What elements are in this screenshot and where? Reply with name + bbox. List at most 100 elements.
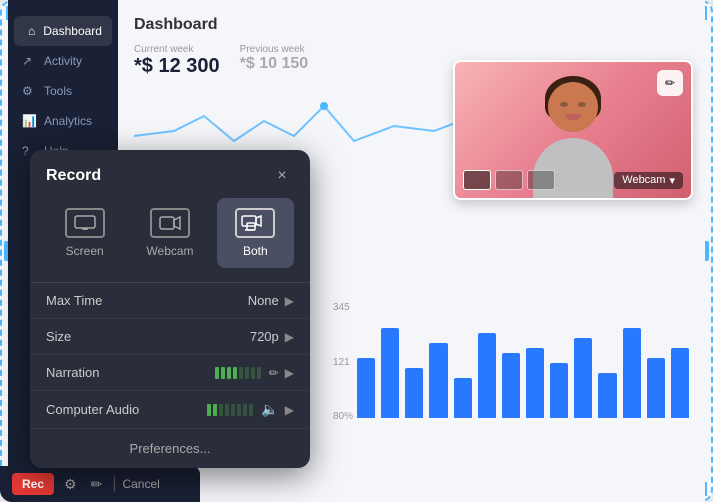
webcam-label-text: Webcam [622, 174, 665, 186]
bar-7 [526, 348, 544, 418]
ca-vol-seg-7 [243, 404, 247, 416]
bar-13 [671, 348, 689, 418]
modal-close-button[interactable]: × [270, 164, 294, 188]
webcam-cam-btn[interactable] [495, 170, 523, 190]
edit-icon: ✏ [665, 76, 675, 90]
sidebar-item-dashboard[interactable]: ⌂ Dashboard [14, 16, 112, 46]
pencil-edit-icon[interactable]: ✏ [87, 472, 107, 497]
record-type-webcam[interactable]: Webcam [131, 198, 208, 268]
sidebar-item-analytics[interactable]: 📊 Analytics [8, 106, 118, 136]
record-type-selector: Screen Webcam Both [30, 198, 310, 282]
bottom-divider: | [112, 475, 116, 493]
previous-week-label: Previous week [240, 44, 309, 55]
ca-vol-seg-1 [207, 404, 211, 416]
ca-vol-seg-3 [219, 404, 223, 416]
size-arrow[interactable]: ▶ [285, 330, 294, 344]
ca-vol-seg-2 [213, 404, 217, 416]
tools-icon: ⚙ [22, 84, 36, 98]
bar-6 [502, 353, 520, 418]
home-icon: ⌂ [28, 24, 35, 38]
max-time-value: None [248, 293, 279, 308]
current-value: *$ 12 300 [134, 55, 220, 78]
bar-9 [574, 338, 592, 418]
bar-11 [623, 328, 641, 418]
person-head [548, 82, 598, 132]
vol-seg-7 [251, 367, 255, 379]
activity-icon: ↗ [22, 54, 36, 68]
bar-8 [550, 363, 568, 418]
record-modal: Record × Screen Webcam [30, 150, 310, 468]
setting-size: Size 720p ▶ [30, 319, 310, 355]
computer-audio-arrow[interactable]: ▶ [285, 403, 294, 417]
webcam-label[interactable]: Webcam ▾ [614, 172, 683, 189]
computer-audio-label: Computer Audio [46, 402, 207, 417]
vol-seg-2 [221, 367, 225, 379]
ca-vol-seg-8 [249, 404, 253, 416]
screen-icon-box [65, 208, 105, 238]
modal-header: Record × [30, 150, 310, 198]
narration-volume-bar [215, 367, 261, 379]
bar-12 [647, 358, 665, 418]
vol-seg-4 [233, 367, 237, 379]
webcam-edit-button[interactable]: ✏ [657, 70, 683, 96]
webcam-type-label: Webcam [146, 244, 193, 258]
max-time-arrow[interactable]: ▶ [285, 294, 294, 308]
vol-seg-5 [239, 367, 243, 379]
chevron-down-icon: ▾ [669, 174, 675, 187]
webcam-screen-btn[interactable] [463, 170, 491, 190]
webcam-icon [159, 215, 181, 231]
webcam-icon-box [150, 208, 190, 238]
screen-icon [74, 215, 96, 231]
narration-label: Narration [46, 365, 215, 380]
webcam-preview: ✏ Webcam ▾ [453, 60, 693, 200]
bar-3 [429, 343, 447, 418]
speaker-icon: 🔈 [261, 401, 278, 418]
ca-vol-seg-4 [225, 404, 229, 416]
previous-value: *$ 10 150 [240, 55, 309, 73]
chart-label-mid: 121 [333, 357, 353, 368]
chart-label-bot: 80% [333, 411, 353, 422]
chart-labels: 345 121 80% [333, 302, 353, 422]
bar-0 [357, 358, 375, 418]
vol-seg-6 [245, 367, 249, 379]
bottom-bar: Rec ⚙ ✏ | Cancel [0, 466, 200, 502]
chart-label-top: 345 [333, 302, 353, 313]
modal-title: Record [46, 167, 101, 185]
settings-icon[interactable]: ⚙ [60, 472, 81, 497]
sidebar-item-tools[interactable]: ⚙ Tools [8, 76, 118, 106]
stat-current: Current week *$ 12 300 [134, 44, 220, 78]
screen-type-label: Screen [66, 244, 104, 258]
analytics-icon: 📊 [22, 114, 36, 128]
size-value: 720p [250, 329, 279, 344]
setting-narration: Narration ✏ ▶ [30, 355, 310, 391]
sidebar-label-dashboard: Dashboard [43, 24, 102, 38]
computer-audio-volume-bar [207, 404, 253, 416]
sidebar-item-activity[interactable]: ↗ Activity [8, 46, 118, 76]
cancel-button[interactable]: Cancel [122, 477, 159, 491]
stat-previous: Previous week *$ 10 150 [240, 44, 309, 78]
page-title: Dashboard [134, 16, 689, 34]
sidebar-label-activity: Activity [44, 54, 82, 68]
ca-vol-seg-6 [237, 404, 241, 416]
preferences-button[interactable]: Preferences... [30, 429, 310, 468]
bar-chart [353, 302, 693, 422]
both-icon [241, 213, 269, 233]
current-week-label: Current week [134, 44, 220, 55]
ca-vol-seg-5 [231, 404, 235, 416]
setting-max-time: Max Time None ▶ [30, 283, 310, 319]
bar-10 [598, 373, 616, 418]
setting-computer-audio: Computer Audio 🔈 ▶ [30, 391, 310, 429]
record-type-screen[interactable]: Screen [46, 198, 123, 268]
bar-4 [454, 378, 472, 418]
webcam-controls: Webcam ▾ [463, 170, 683, 190]
narration-pencil-icon[interactable]: ✏ [269, 366, 279, 380]
both-type-label: Both [243, 244, 268, 258]
narration-arrow[interactable]: ▶ [285, 366, 294, 380]
max-time-label: Max Time [46, 293, 248, 308]
vol-seg-8 [257, 367, 261, 379]
bar-5 [478, 333, 496, 418]
rec-button[interactable]: Rec [12, 473, 54, 495]
record-type-both[interactable]: Both [217, 198, 294, 268]
sidebar-label-analytics: Analytics [44, 114, 92, 128]
webcam-both-btn[interactable] [527, 170, 555, 190]
